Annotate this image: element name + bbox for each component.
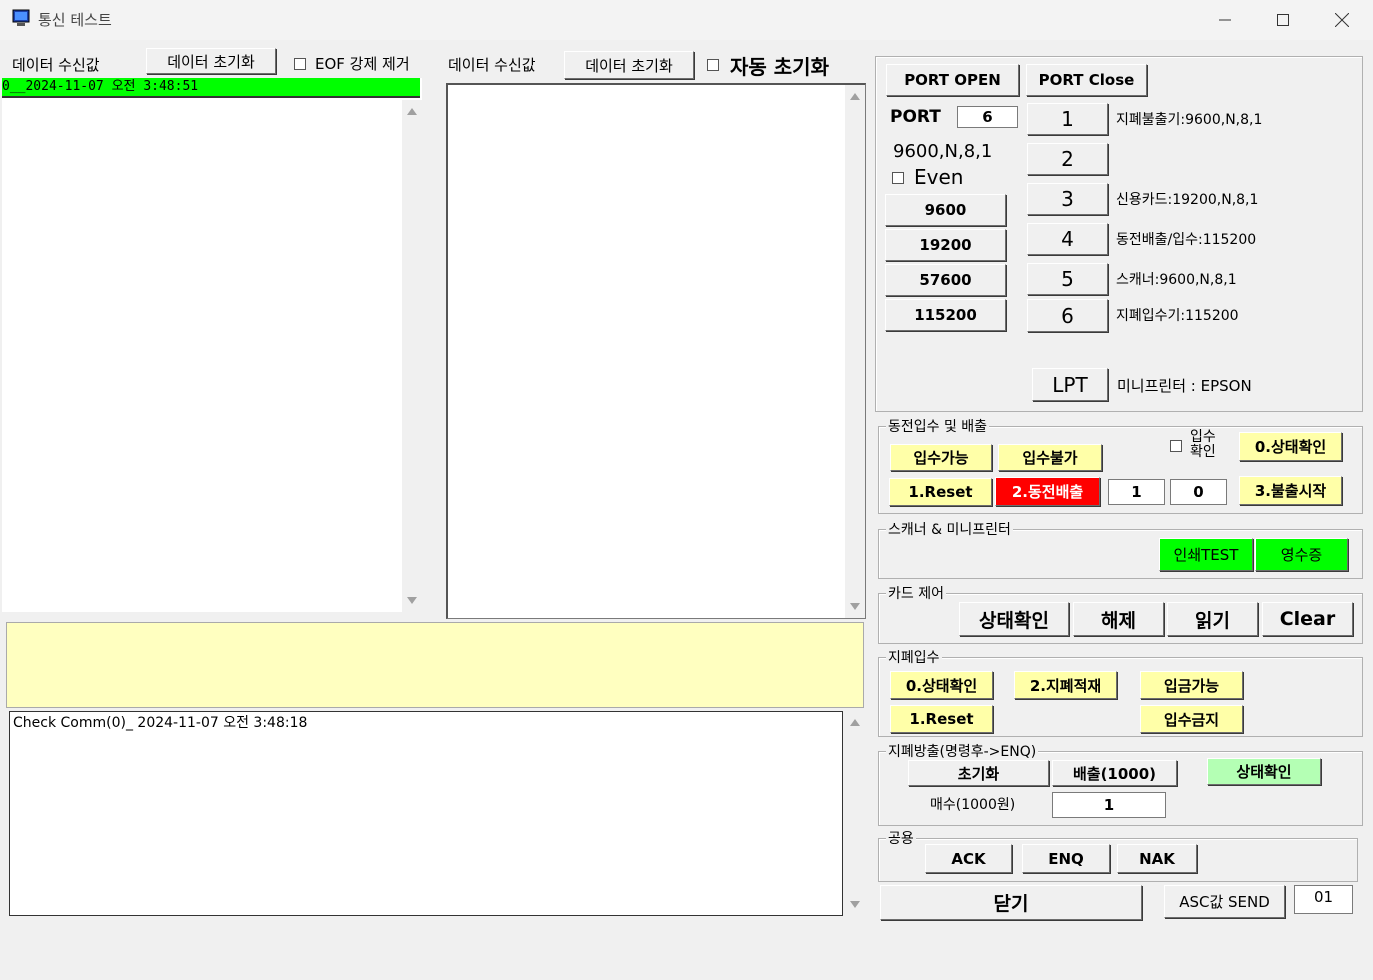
minimize-icon[interactable] [1197, 4, 1253, 36]
enq-button[interactable]: ENQ [1022, 844, 1110, 873]
send-text-area[interactable] [6, 622, 864, 708]
bill-in-group-title: 지폐입수 [886, 647, 942, 667]
card-group-title: 카드 제어 [886, 583, 946, 603]
baud-19200-button[interactable]: 19200 [885, 229, 1006, 261]
coin-reject-button[interactable]: 입수불가 [998, 444, 1102, 471]
card-release-button[interactable]: 해제 [1073, 602, 1164, 636]
scroll-up-icon[interactable] [850, 719, 860, 726]
nak-button[interactable]: NAK [1117, 844, 1197, 873]
receipt-button[interactable]: 영수증 [1255, 538, 1348, 571]
baud-115200-button[interactable]: 115200 [885, 299, 1006, 331]
bill-disable-button[interactable]: 입수금지 [1140, 705, 1243, 733]
middle-list-scrollbar[interactable] [845, 85, 865, 618]
scroll-up-icon[interactable] [850, 93, 860, 100]
bill-out-group-title: 지폐방출(명령후->ENQ) [886, 741, 1039, 761]
port-6-description: 지폐입수기:115200 [1116, 308, 1239, 324]
card-status-button[interactable]: 상태확인 [959, 602, 1069, 636]
coin-dispense-button[interactable]: 2.동전배출 [995, 477, 1100, 506]
auto-reset-label: 자동 초기화 [730, 55, 829, 79]
port-5-button[interactable]: 5 [1027, 263, 1108, 295]
lpt-button[interactable]: LPT [1032, 368, 1108, 401]
coin-start-button[interactable]: 3.불출시작 [1239, 476, 1342, 505]
scroll-down-icon[interactable] [407, 597, 417, 604]
coin-confirm-label: 입수 확인 [1190, 429, 1216, 460]
scroll-down-icon[interactable] [850, 901, 860, 908]
scroll-up-icon[interactable] [407, 108, 417, 115]
port-open-button[interactable]: PORT OPEN [886, 64, 1019, 96]
card-read-button[interactable]: 읽기 [1167, 602, 1258, 636]
close-icon[interactable] [1314, 4, 1370, 36]
port-1-button[interactable]: 1 [1027, 103, 1108, 135]
coin-reset-button[interactable]: 1.Reset [889, 478, 992, 506]
asc-value-field[interactable]: 01 [1294, 885, 1353, 914]
eof-label: EOF 강제 제거 [315, 55, 410, 73]
coin-group-title: 동전입수 및 배출 [886, 416, 990, 436]
print-test-button[interactable]: 인쇄TEST [1159, 538, 1253, 571]
port-4-button[interactable]: 4 [1027, 223, 1108, 255]
bill-out-dispense-button[interactable]: 배출(1000) [1052, 760, 1177, 786]
even-label: Even [914, 165, 964, 189]
selection-underline [2, 96, 420, 98]
even-checkbox[interactable] [892, 172, 904, 184]
bill-enable-button[interactable]: 입금가능 [1140, 671, 1243, 699]
port-close-button[interactable]: PORT Close [1026, 64, 1147, 96]
maximize-icon[interactable] [1255, 4, 1311, 36]
left-received-label: 데이터 수신값 [12, 56, 100, 74]
port-2-button[interactable]: 2 [1027, 143, 1108, 175]
log-line: Check Comm(0)_ 2024-11-07 오전 3:48:18 [13, 715, 308, 731]
window-title: 통신 테스트 [38, 11, 112, 29]
title-bar [0, 0, 1373, 40]
common-group-title: 공용 [886, 828, 916, 848]
log-scrollbar[interactable] [845, 711, 865, 916]
bill-in-status-button[interactable]: 0.상태확인 [890, 671, 993, 699]
bill-in-reset-button[interactable]: 1.Reset [890, 705, 993, 733]
left-data-list[interactable]: 0__2024-11-07 오전 3:48:51 [2, 78, 422, 612]
bill-out-init-button[interactable]: 초기화 [908, 760, 1049, 786]
scanner-group-title: 스캐너 & 미니프린터 [886, 519, 1013, 539]
list-item[interactable]: 0__2024-11-07 오전 3:48:51 [2, 78, 420, 96]
middle-reset-button[interactable]: 데이터 초기화 [564, 51, 694, 79]
scroll-down-icon[interactable] [850, 603, 860, 610]
left-list-scrollbar[interactable] [402, 100, 422, 612]
lpt-description: 미니프린터 : EPSON [1117, 377, 1252, 395]
port-label: PORT [890, 107, 941, 127]
port-4-description: 동전배출/입수:115200 [1116, 232, 1257, 248]
port-settings: 9600,N,8,1 [893, 141, 993, 162]
port-3-description: 신용카드:19200,N,8,1 [1116, 192, 1259, 208]
asc-send-button[interactable]: ASC값 SEND [1164, 885, 1285, 918]
port-1-description: 지폐불출기:9600,N,8,1 [1116, 112, 1263, 128]
port-5-description: 스캐너:9600,N,8,1 [1116, 272, 1237, 288]
left-reset-button[interactable]: 데이터 초기화 [146, 48, 276, 74]
baud-9600-button[interactable]: 9600 [885, 194, 1006, 226]
card-clear-button[interactable]: Clear [1262, 602, 1353, 636]
middle-received-label: 데이터 수신값 [448, 56, 536, 74]
baud-57600-button[interactable]: 57600 [885, 264, 1006, 296]
bill-count-label: 매수(1000원) [930, 797, 1016, 813]
port-3-button[interactable]: 3 [1027, 183, 1108, 215]
port-6-button[interactable]: 6 [1027, 299, 1108, 332]
auto-reset-checkbox[interactable] [707, 59, 719, 71]
coin-confirm-checkbox[interactable] [1170, 440, 1182, 452]
coin-accept-button[interactable]: 입수가능 [890, 444, 992, 471]
log-box[interactable]: Check Comm(0)_ 2024-11-07 오전 3:48:18 [9, 711, 843, 916]
coin-value2-field[interactable]: 0 [1170, 479, 1227, 505]
bill-stack-button[interactable]: 2.지폐적재 [1014, 671, 1117, 699]
port-number-field[interactable]: 6 [957, 106, 1018, 128]
bill-count-field[interactable]: 1 [1052, 792, 1166, 818]
bill-out-status-button[interactable]: 상태확인 [1207, 758, 1321, 785]
ack-button[interactable]: ACK [925, 844, 1012, 873]
eof-checkbox[interactable] [294, 58, 306, 70]
close-window-button[interactable]: 닫기 [880, 885, 1142, 920]
app-icon [12, 9, 30, 27]
middle-data-list[interactable] [446, 83, 866, 619]
coin-status-button[interactable]: 0.상태확인 [1239, 432, 1342, 461]
coin-value1-field[interactable]: 1 [1108, 479, 1165, 505]
